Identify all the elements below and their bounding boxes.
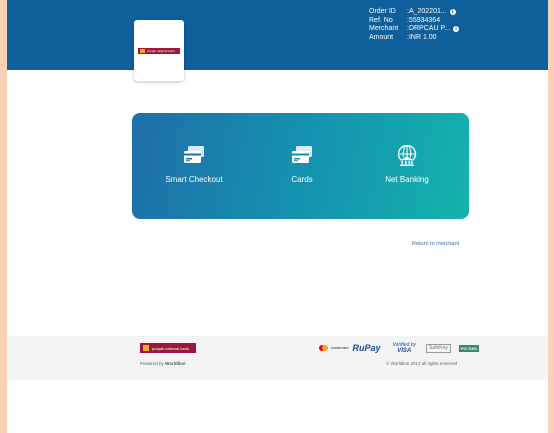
powered-by-brand: Worldline (165, 361, 186, 366)
merchant-value: :DRPCAU P... (407, 25, 451, 33)
ref-no-row: Ref. No :55934364 (369, 17, 459, 26)
card-icon (184, 146, 204, 163)
card-icon (292, 146, 312, 163)
order-info: Order ID :A_202201... i Ref. No :5593436… (369, 8, 460, 43)
bank-logo-text: punjab national bank (147, 48, 175, 53)
amount-value: :INR 1.00 (407, 33, 437, 41)
mastercard-orange-circle-icon (322, 345, 328, 351)
merchant-key: Merchant (369, 25, 399, 33)
order-id-row: Order ID :A_202201... i (369, 8, 459, 17)
footer-bank-logo-text: punjab national bank (152, 345, 189, 351)
header-bar: Order ID :A_202201... i Ref. No :5593436… (7, 0, 548, 70)
payment-methods-panel: Smart Checkout Cards Net Banking (132, 113, 469, 219)
left-edge-strip (0, 0, 7, 433)
merchant-info-icon[interactable]: i (453, 26, 460, 33)
merchant-logo-card: punjab national bank (134, 20, 184, 81)
powered-by: Powered by Worldline (140, 361, 185, 366)
verified-by-visa-logo: Verified by VISA (393, 342, 416, 355)
mastercard-text: mastercard (331, 346, 349, 350)
globe-bank-icon (397, 145, 417, 166)
return-to-merchant-link[interactable]: Return to merchant (412, 241, 459, 247)
ref-no-key: Ref. No (369, 16, 393, 24)
order-id-value: :A_202201... (407, 8, 447, 15)
copyright: © Worldline 2013 all rights reserved (386, 361, 458, 366)
safekey-logo: SafeKey (425, 343, 451, 353)
order-id-info-icon[interactable]: i (449, 9, 456, 16)
order-id-key: Order ID (369, 8, 396, 15)
visa-bottom-text: VISA (397, 347, 412, 354)
method-label: Cards (291, 175, 313, 184)
method-smart-checkout[interactable]: Smart Checkout (160, 113, 228, 219)
bank-logo: punjab national bank (138, 47, 180, 54)
pci-dss-logo: PCI DSS (458, 344, 479, 352)
merchant-row: Merchant :DRPCAU P... i (369, 25, 460, 34)
method-net-banking[interactable]: Net Banking (376, 113, 438, 219)
bank-logo-mark-icon (143, 345, 149, 351)
method-label: Smart Checkout (165, 175, 223, 184)
method-label: Net Banking (385, 175, 429, 184)
mastercard-logo: mastercard (319, 345, 349, 351)
right-edge-strip (548, 0, 554, 433)
method-cards[interactable]: Cards (272, 113, 332, 219)
footer: punjab national bank Powered by Worldlin… (7, 336, 548, 380)
rupay-logo: RuPay (352, 343, 381, 353)
amount-row: Amount :INR 1.00 (369, 34, 459, 43)
ref-no-value: :55934364 (407, 16, 441, 24)
payment-network-logos: mastercard RuPay Verified by VISA SafeKe… (319, 341, 479, 355)
footer-bank-logo: punjab national bank (140, 343, 196, 353)
powered-by-prefix: Powered by (140, 361, 164, 366)
amount-key: Amount (369, 33, 394, 41)
bank-logo-mark-icon (140, 48, 145, 53)
